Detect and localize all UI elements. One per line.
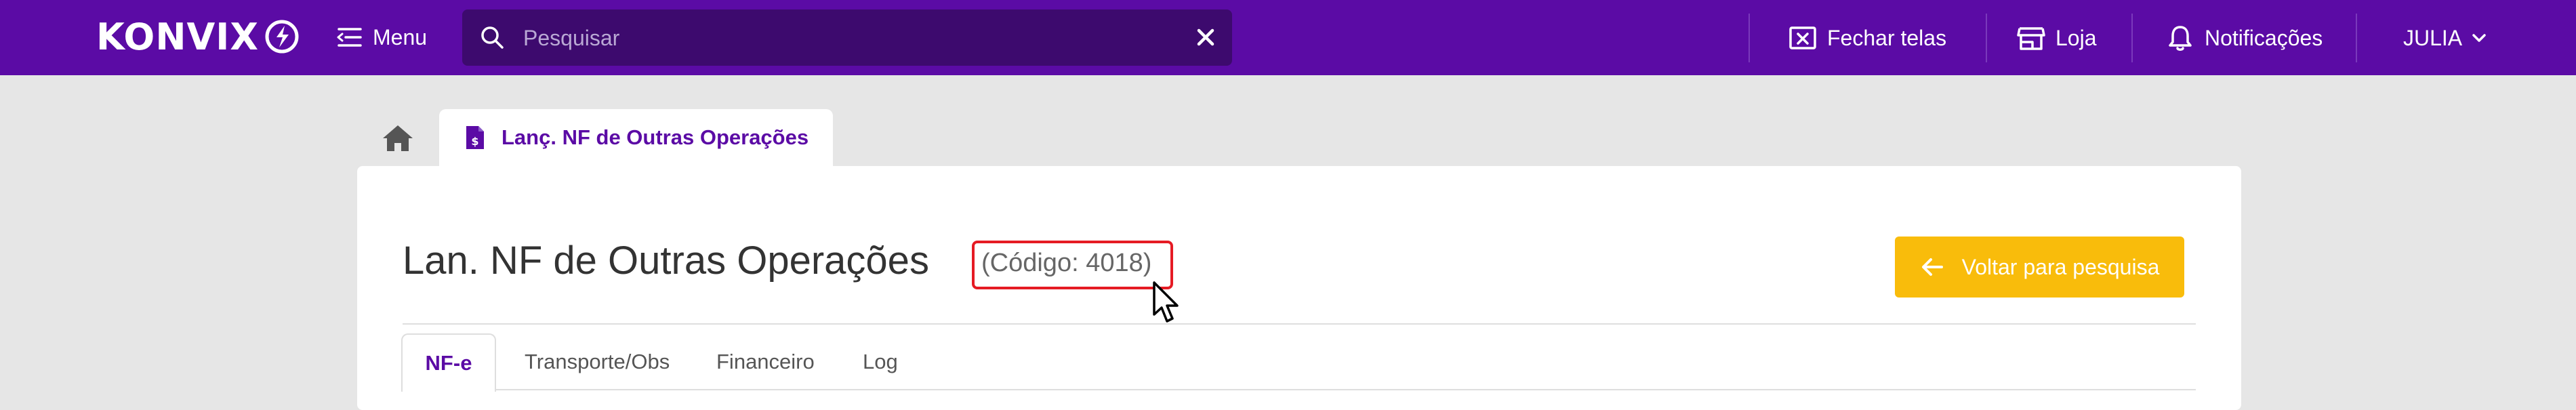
tab-label: Lanç. NF de Outras Operações bbox=[502, 125, 809, 149]
header-divider bbox=[403, 323, 2196, 325]
navbar-divider bbox=[2356, 14, 2357, 62]
loja-label: Loja bbox=[2056, 25, 2097, 50]
tab-log[interactable]: Log bbox=[863, 333, 898, 390]
voltar-label: Voltar para pesquisa bbox=[1961, 254, 2160, 279]
close-window-icon bbox=[1789, 26, 1816, 49]
notificacoes-label: Notificações bbox=[2205, 25, 2323, 50]
close-icon[interactable] bbox=[1190, 22, 1221, 53]
user-name: JULIA bbox=[2403, 25, 2463, 50]
document-dollar-icon: $ bbox=[466, 126, 484, 149]
page-title: Lan. NF de Outras Operações bbox=[403, 239, 929, 283]
logo-text: KONVIX bbox=[96, 15, 260, 58]
menu-button[interactable]: Menu bbox=[335, 18, 427, 57]
search-icon bbox=[481, 26, 504, 49]
tabs-baseline bbox=[403, 389, 2196, 390]
top-navbar: KONVIX Menu Fechar telas bbox=[0, 0, 2576, 75]
search-input[interactable] bbox=[522, 9, 1162, 67]
fechar-telas-button[interactable]: Fechar telas bbox=[1788, 15, 1946, 61]
chevron-down-icon bbox=[2472, 34, 2486, 42]
voltar-para-pesquisa-button[interactable]: Voltar para pesquisa bbox=[1895, 237, 2184, 298]
home-tab[interactable] bbox=[361, 110, 435, 166]
home-icon bbox=[383, 125, 413, 151]
bell-icon bbox=[2169, 26, 2192, 51]
tab-nfe[interactable]: NF-e bbox=[401, 333, 496, 392]
user-menu[interactable]: JULIA bbox=[2403, 15, 2488, 61]
navbar-divider bbox=[1986, 14, 1987, 62]
store-icon bbox=[2017, 27, 2045, 50]
loja-button[interactable]: Loja bbox=[2016, 15, 2097, 61]
fechar-telas-label: Fechar telas bbox=[1827, 25, 1947, 50]
menu-icon bbox=[337, 28, 362, 47]
tab-lanc-nf-outras-operacoes[interactable]: $ Lanç. NF de Outras Operações bbox=[439, 109, 833, 166]
highlight-box bbox=[972, 241, 1173, 289]
tab-transporte-obs[interactable]: Transporte/Obs bbox=[525, 333, 670, 390]
svg-text:$: $ bbox=[471, 135, 478, 148]
search-bar bbox=[462, 9, 1232, 67]
notificacoes-button[interactable]: Notificações bbox=[2165, 15, 2323, 61]
tab-financeiro[interactable]: Financeiro bbox=[716, 333, 815, 390]
konvix-logo[interactable]: KONVIX bbox=[96, 15, 300, 58]
logo-mark-icon bbox=[265, 20, 299, 54]
navbar-divider bbox=[1749, 14, 1750, 62]
menu-label: Menu bbox=[373, 24, 428, 49]
arrow-left-icon bbox=[1921, 258, 1943, 276]
navbar-divider bbox=[2131, 14, 2133, 62]
mouse-cursor-icon bbox=[1153, 281, 1179, 323]
